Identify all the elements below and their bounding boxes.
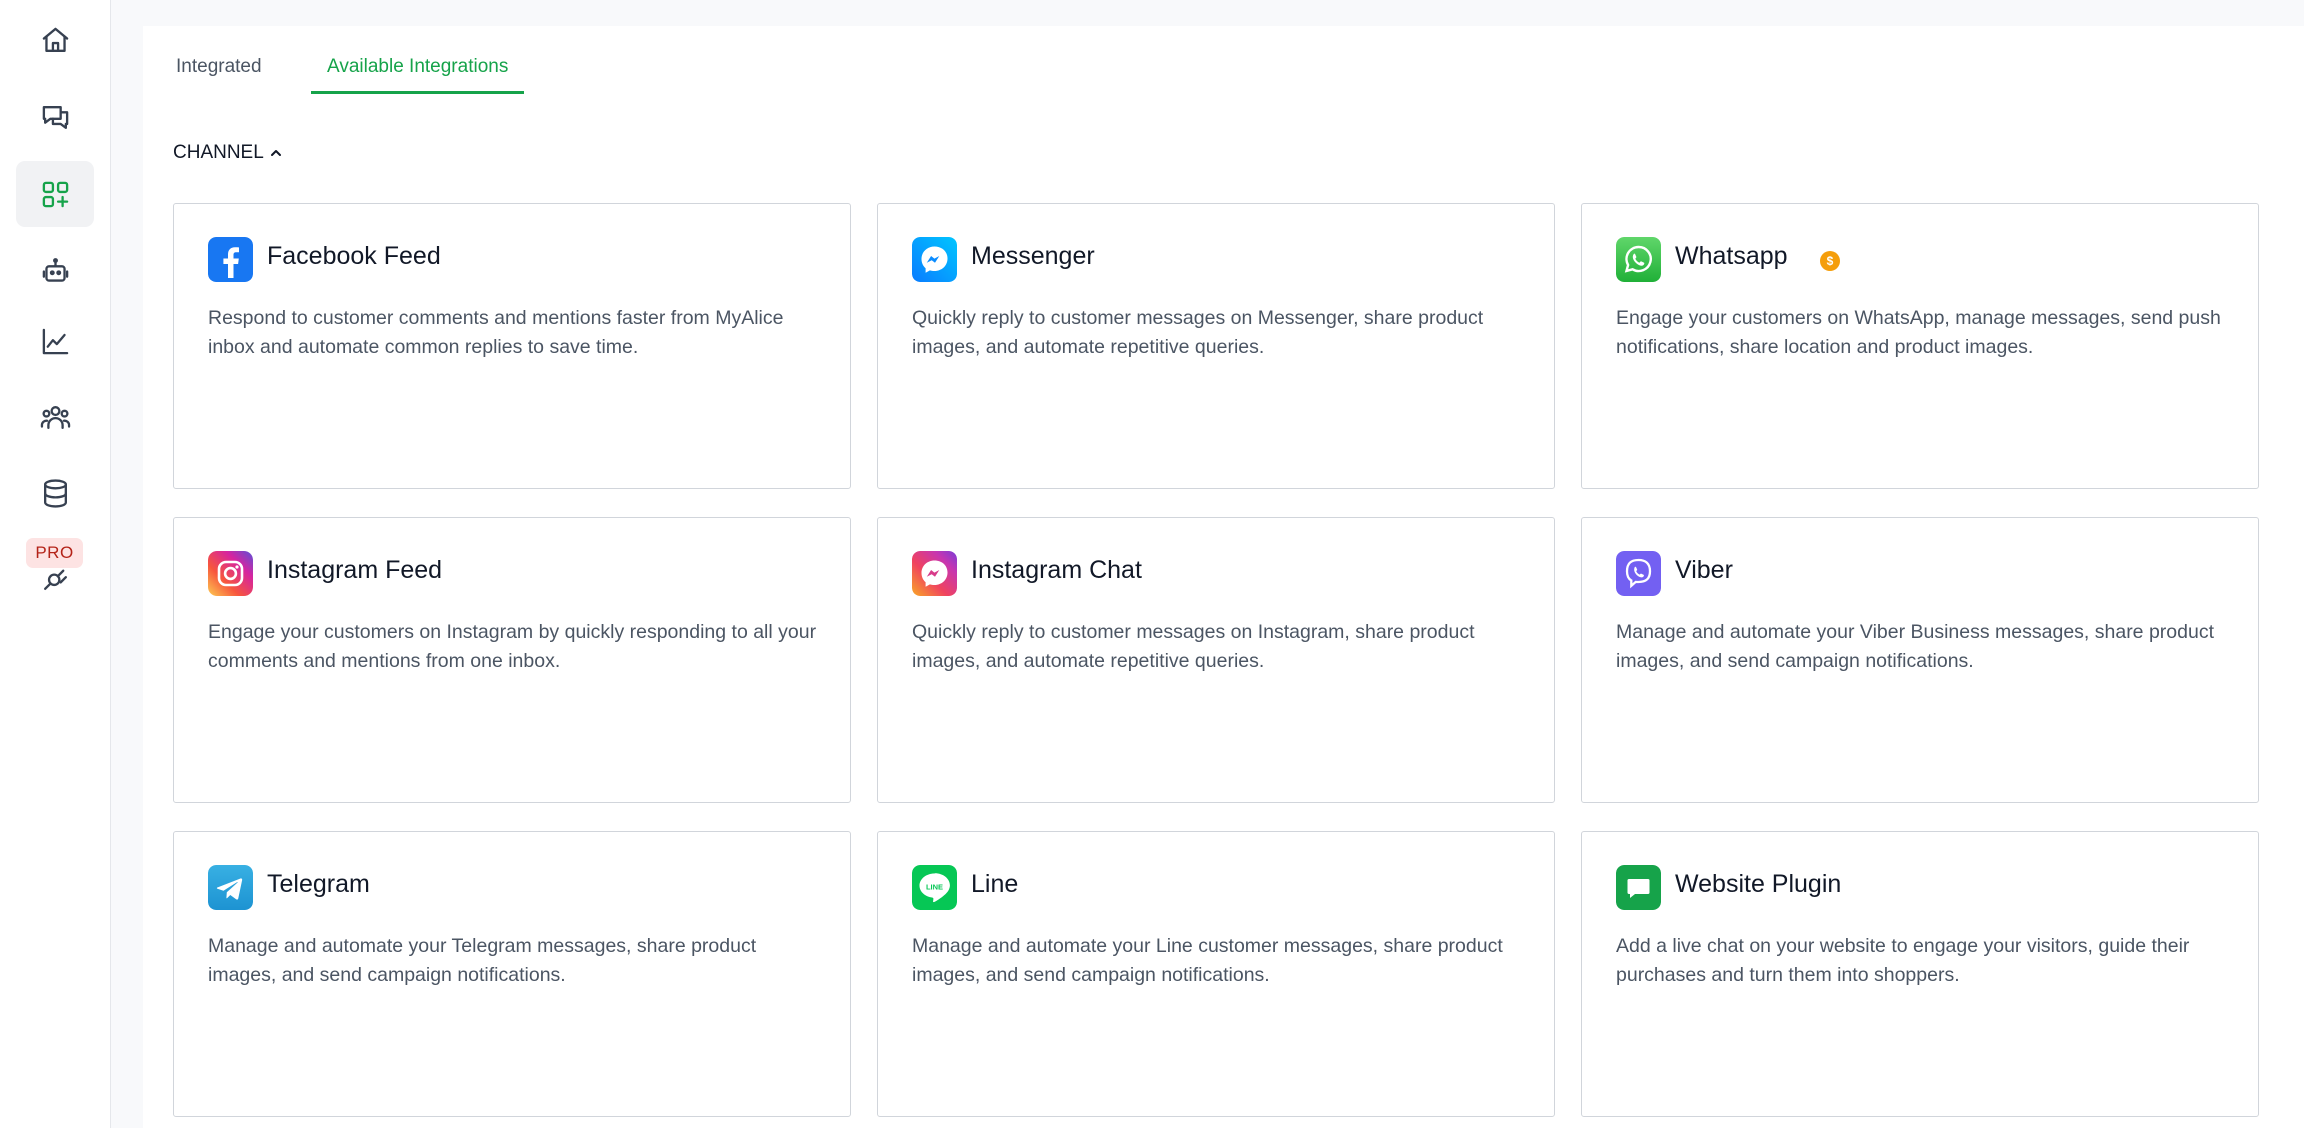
pro-badge: PRO: [26, 538, 83, 568]
website-plugin-icon: [1616, 865, 1661, 910]
card-title: Instagram Chat: [971, 556, 1142, 584]
home-icon: [42, 27, 68, 52]
integration-card-viber[interactable]: Viber Manage and automate your Viber Bus…: [1581, 517, 2259, 803]
chat-icon: [42, 105, 68, 129]
database-icon: [43, 478, 67, 508]
main-panel: Integrated Available Integrations CHANNE…: [143, 26, 2304, 1128]
instagram-chat-icon: [912, 551, 957, 596]
card-description: Add a live chat on your website to engag…: [1616, 935, 2190, 986]
nav-automation[interactable]: [16, 238, 94, 304]
card-title: Website Plugin: [1675, 870, 1842, 898]
integration-card-whatsapp[interactable]: Whatsapp $ Engage your customers on What…: [1581, 203, 2259, 489]
nav-customers[interactable]: [16, 384, 94, 450]
nav-inbox[interactable]: [16, 84, 94, 150]
integration-card-messenger[interactable]: Messenger Quickly reply to customer mess…: [877, 203, 1555, 489]
card-description: Quickly reply to customer messages on Me…: [912, 307, 1484, 358]
integration-card-instagram-feed[interactable]: Instagram Feed Engage your customers on …: [173, 517, 851, 803]
integration-card-website-plugin[interactable]: Website Plugin Add a live chat on your w…: [1581, 831, 2259, 1117]
bot-icon: [42, 257, 68, 282]
coin-icon: $: [1820, 251, 1840, 271]
integration-card-telegram[interactable]: Telegram Manage and automate your Telegr…: [173, 831, 851, 1117]
integration-card-instagram-chat[interactable]: Instagram Chat Quickly reply to customer…: [877, 517, 1555, 803]
card-title: Telegram: [267, 870, 370, 898]
card-description: Engage your customers on WhatsApp, manag…: [1616, 307, 2221, 358]
nav-home[interactable]: [16, 7, 94, 73]
card-title: Messenger: [971, 242, 1095, 270]
card-description: Respond to customer comments and mention…: [208, 307, 784, 358]
messenger-icon: [912, 237, 957, 282]
card-description: Engage your customers on Instagram by qu…: [208, 621, 817, 672]
integration-card-facebook-feed[interactable]: Facebook Feed Respond to customer commen…: [173, 203, 851, 489]
card-description: Quickly reply to customer messages on In…: [912, 621, 1475, 672]
chevron-up-icon: [270, 150, 281, 156]
card-description: Manage and automate your Line customer m…: [912, 935, 1503, 986]
viber-icon: [1616, 551, 1661, 596]
sidebar: PRO: [0, 0, 111, 1128]
section-label: CHANNEL: [173, 142, 264, 163]
svg-text:LINE: LINE: [926, 883, 943, 892]
tab-integrated[interactable]: Integrated: [176, 26, 262, 94]
nav-data[interactable]: [16, 460, 94, 526]
telegram-icon: [208, 865, 253, 910]
card-title: Facebook Feed: [267, 242, 441, 270]
tab-available-integrations[interactable]: Available Integrations: [311, 26, 525, 94]
whatsapp-icon: [1616, 237, 1661, 282]
card-title: Whatsapp: [1675, 242, 1788, 270]
line-icon: LINE: [912, 865, 957, 910]
card-title: Instagram Feed: [267, 556, 443, 584]
nav-analytics[interactable]: [16, 308, 94, 374]
card-description: Manage and automate your Telegram messag…: [208, 935, 757, 986]
facebook-icon: [208, 237, 253, 282]
card-description: Manage and automate your Viber Business …: [1616, 621, 2214, 672]
integrations-icon: [42, 181, 68, 207]
card-title: Viber: [1675, 556, 1733, 584]
channel-section-toggle[interactable]: CHANNEL: [173, 142, 284, 164]
integration-card-line[interactable]: LINE Line Manage and automate your Line …: [877, 831, 1555, 1117]
tab-bar: Integrated Available Integrations: [143, 26, 843, 94]
nav-integrations[interactable]: [16, 161, 94, 227]
analytics-icon: [42, 328, 68, 354]
instagram-icon: [208, 551, 253, 596]
customers-icon: [40, 405, 70, 429]
card-title: Line: [971, 870, 1019, 898]
